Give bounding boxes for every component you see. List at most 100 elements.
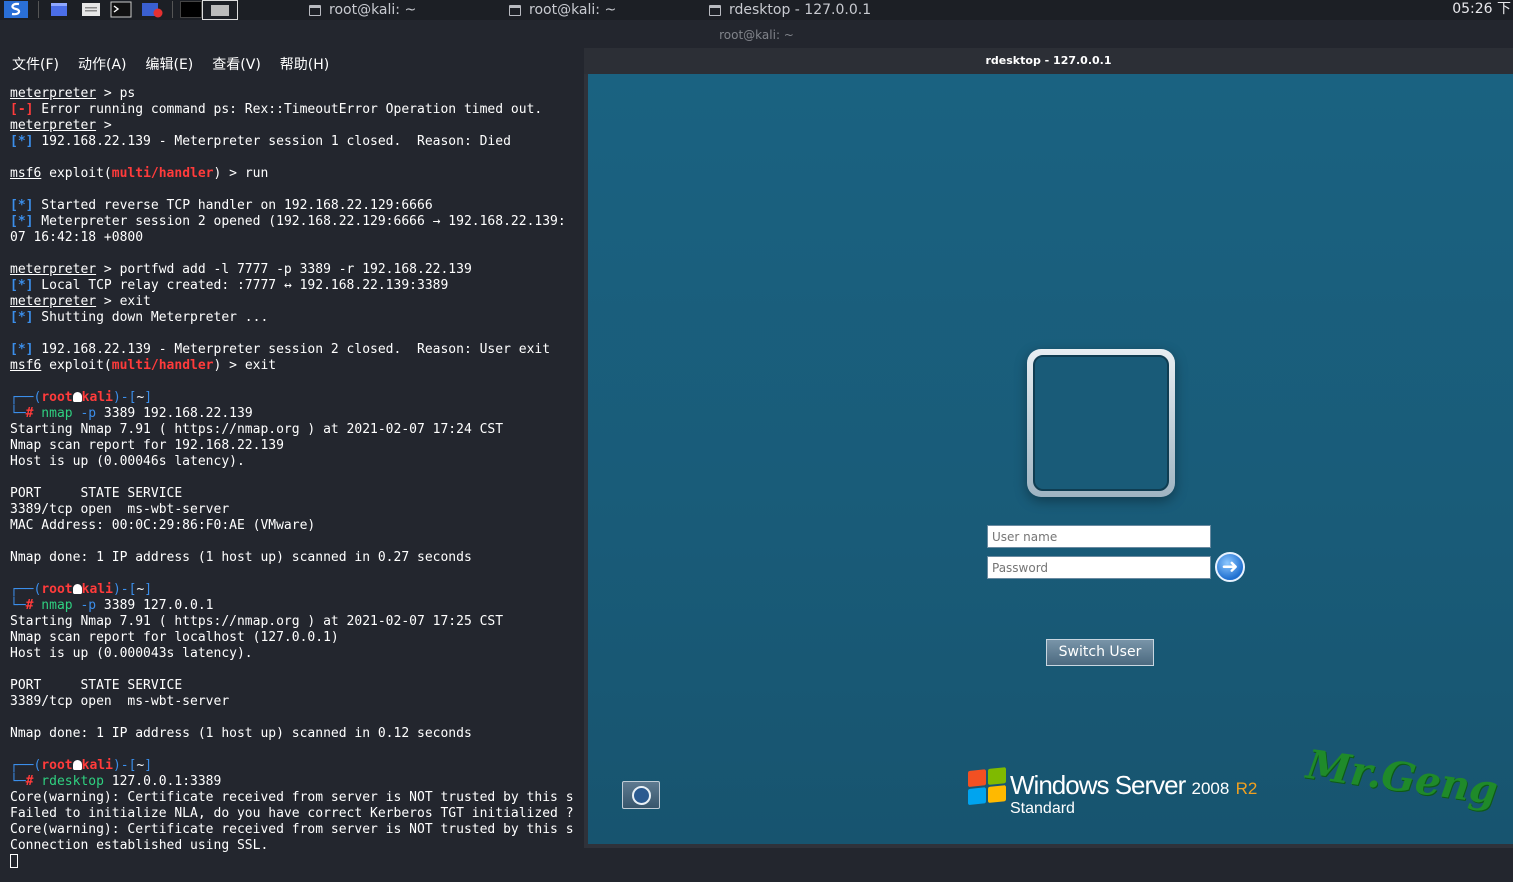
terminal-text: 192.168.22.139 - Meterpreter session 2 c… [33, 342, 551, 357]
ease-of-access-icon[interactable] [622, 781, 660, 809]
terminal-text: ┌──( [10, 758, 42, 773]
terminal-text: Core(warning): Certificate received from… [10, 822, 574, 837]
terminal-text: root [41, 582, 73, 597]
terminal-line: Failed to initialize NLA, do you have co… [10, 806, 574, 822]
terminal-menubar: 文件(F) 动作(A) 编辑(E) 查看(V) 帮助(H) [0, 48, 586, 80]
terminal-text: kali [81, 390, 113, 405]
terminal-text: [*] [10, 342, 34, 357]
menu-help[interactable]: 帮助(H) [280, 54, 329, 74]
terminal-text: rdesktop [33, 774, 104, 789]
workspace-2[interactable] [202, 0, 238, 20]
terminal-line: [*] 192.168.22.139 - Meterpreter session… [10, 134, 574, 150]
rdesktop-title[interactable]: rdesktop - 127.0.0.1 [584, 48, 1513, 74]
terminal-text: 192.168.22.139 - Meterpreter session 1 c… [33, 134, 511, 149]
task-terminal-2[interactable]: root@kali: ~ [509, 0, 616, 20]
file-manager-icon[interactable] [48, 1, 70, 18]
terminal-text: )-[ [112, 582, 137, 597]
terminal-text: └─ [10, 406, 26, 421]
terminal-line: PORT STATE SERVICE [10, 486, 574, 502]
terminal-line: [-] Error running command ps: Rex::Timeo… [10, 102, 574, 118]
separator [172, 1, 173, 18]
skull-icon [72, 760, 82, 770]
terminal-text: > exit [96, 294, 151, 309]
terminal-line: Starting Nmap 7.91 ( https://nmap.org ) … [10, 614, 574, 630]
terminal-text: Failed to initialize NLA, do you have co… [10, 806, 574, 821]
terminal-text: [*] [10, 214, 34, 229]
terminal-text: msf6 [10, 166, 42, 181]
terminal-launcher-icon[interactable] [110, 1, 132, 18]
windows-flag-icon [968, 767, 1008, 807]
terminal-text: ) > run [213, 166, 269, 181]
terminal-text: > portfwd add -l 7777 -p 3389 -r 192.168… [96, 262, 472, 277]
terminal-text: nmap [33, 598, 73, 613]
terminal-line: msf6 exploit(multi/handler) > exit [10, 358, 574, 374]
terminal-line: └─# nmap -p 3389 192.168.22.139 [10, 406, 574, 422]
terminal-line: └─# nmap -p 3389 127.0.0.1 [10, 598, 574, 614]
terminal-line: MAC Address: 00:0C:29:86:F0:AE (VMware) [10, 518, 574, 534]
terminal-line: 3389/tcp open ms-wbt-server [10, 694, 574, 710]
menu-view[interactable]: 查看(V) [212, 54, 261, 74]
menu-edit[interactable]: 编辑(E) [146, 54, 194, 74]
user-avatar-tile [1027, 349, 1175, 497]
terminal-text: multi/handler [111, 358, 214, 373]
separator [38, 1, 39, 18]
terminal-line: Starting Nmap 7.91 ( https://nmap.org ) … [10, 422, 574, 438]
terminal-line: 3389/tcp open ms-wbt-server [10, 502, 574, 518]
terminal-text: )-[ [112, 390, 137, 405]
menu-file[interactable]: 文件(F) [12, 54, 59, 74]
terminal-text: 127.0.0.1:3389 [103, 774, 222, 789]
terminal-text: meterpreter [10, 294, 97, 309]
terminal-text: Host is up (0.00046s latency). [10, 454, 245, 469]
terminal-text: -p [72, 598, 97, 613]
task-terminal-1[interactable]: root@kali: ~ [309, 0, 416, 20]
remote-login-screen[interactable]: ➜ Switch User Windows Server 2008 R2 Sta… [588, 74, 1513, 844]
menu-action[interactable]: 动作(A) [78, 54, 127, 74]
workspace-1[interactable] [180, 1, 202, 18]
terminal-text: 3389/tcp open ms-wbt-server [10, 694, 230, 709]
terminal-text: )-[ [112, 758, 137, 773]
terminal-text: [-] [10, 102, 34, 117]
taskbar: root@kali: ~ root@kali: ~ rdesktop - 127… [0, 0, 1513, 20]
metasploit-icon[interactable] [140, 1, 164, 18]
terminal-text: Nmap scan report for localhost (127.0.0.… [10, 630, 339, 645]
terminal-line: ┌──(root kali)-[~] [10, 758, 574, 774]
terminal-text: ┌──( [10, 390, 42, 405]
terminal-text: [*] [10, 198, 34, 213]
text-editor-icon[interactable] [80, 1, 102, 18]
terminal-text: root [41, 390, 73, 405]
terminal-text: Nmap done: 1 IP address (1 host up) scan… [10, 550, 472, 565]
terminal-text: 3389 192.168.22.139 [96, 406, 253, 421]
terminal-text: Starting Nmap 7.91 ( https://nmap.org ) … [10, 614, 504, 629]
terminal-line: Host is up (0.000043s latency). [10, 646, 574, 662]
terminal-output[interactable]: meterpreter > ps [-] Error running comman… [0, 84, 586, 882]
clock[interactable]: 05:26 下 [1452, 0, 1513, 20]
window-icon [709, 4, 721, 16]
terminal-line: Host is up (0.00046s latency). [10, 454, 574, 470]
terminal-text: PORT STATE SERVICE [10, 486, 183, 501]
terminal-line: meterpreter > [10, 118, 574, 134]
terminal-text: ) > exit [213, 358, 277, 373]
terminal-text: meterpreter [10, 86, 97, 101]
switch-user-button[interactable]: Switch User [1046, 639, 1154, 666]
password-input[interactable] [987, 556, 1211, 579]
terminal-text: └─ [10, 774, 26, 789]
terminal-line: meterpreter > exit [10, 294, 574, 310]
terminal-text: Nmap done: 1 IP address (1 host up) scan… [10, 726, 472, 741]
terminal-line: PORT STATE SERVICE [10, 678, 574, 694]
terminal-line: [*] 192.168.22.139 - Meterpreter session… [10, 342, 574, 358]
terminal-text: Starting Nmap 7.91 ( https://nmap.org ) … [10, 422, 504, 437]
terminal-text: multi/handler [111, 166, 214, 181]
terminal-text: meterpreter [10, 262, 97, 277]
submit-arrow-icon[interactable]: ➜ [1215, 552, 1245, 582]
terminal-line: meterpreter > portfwd add -l 7777 -p 338… [10, 262, 574, 278]
terminal-window-title[interactable]: root@kali: ~ [0, 22, 1513, 48]
kali-menu-icon[interactable] [4, 1, 28, 18]
task-rdesktop[interactable]: rdesktop - 127.0.0.1 [709, 0, 871, 20]
username-input[interactable] [987, 525, 1211, 548]
terminal-line: [*] Shutting down Meterpreter ... [10, 310, 574, 326]
